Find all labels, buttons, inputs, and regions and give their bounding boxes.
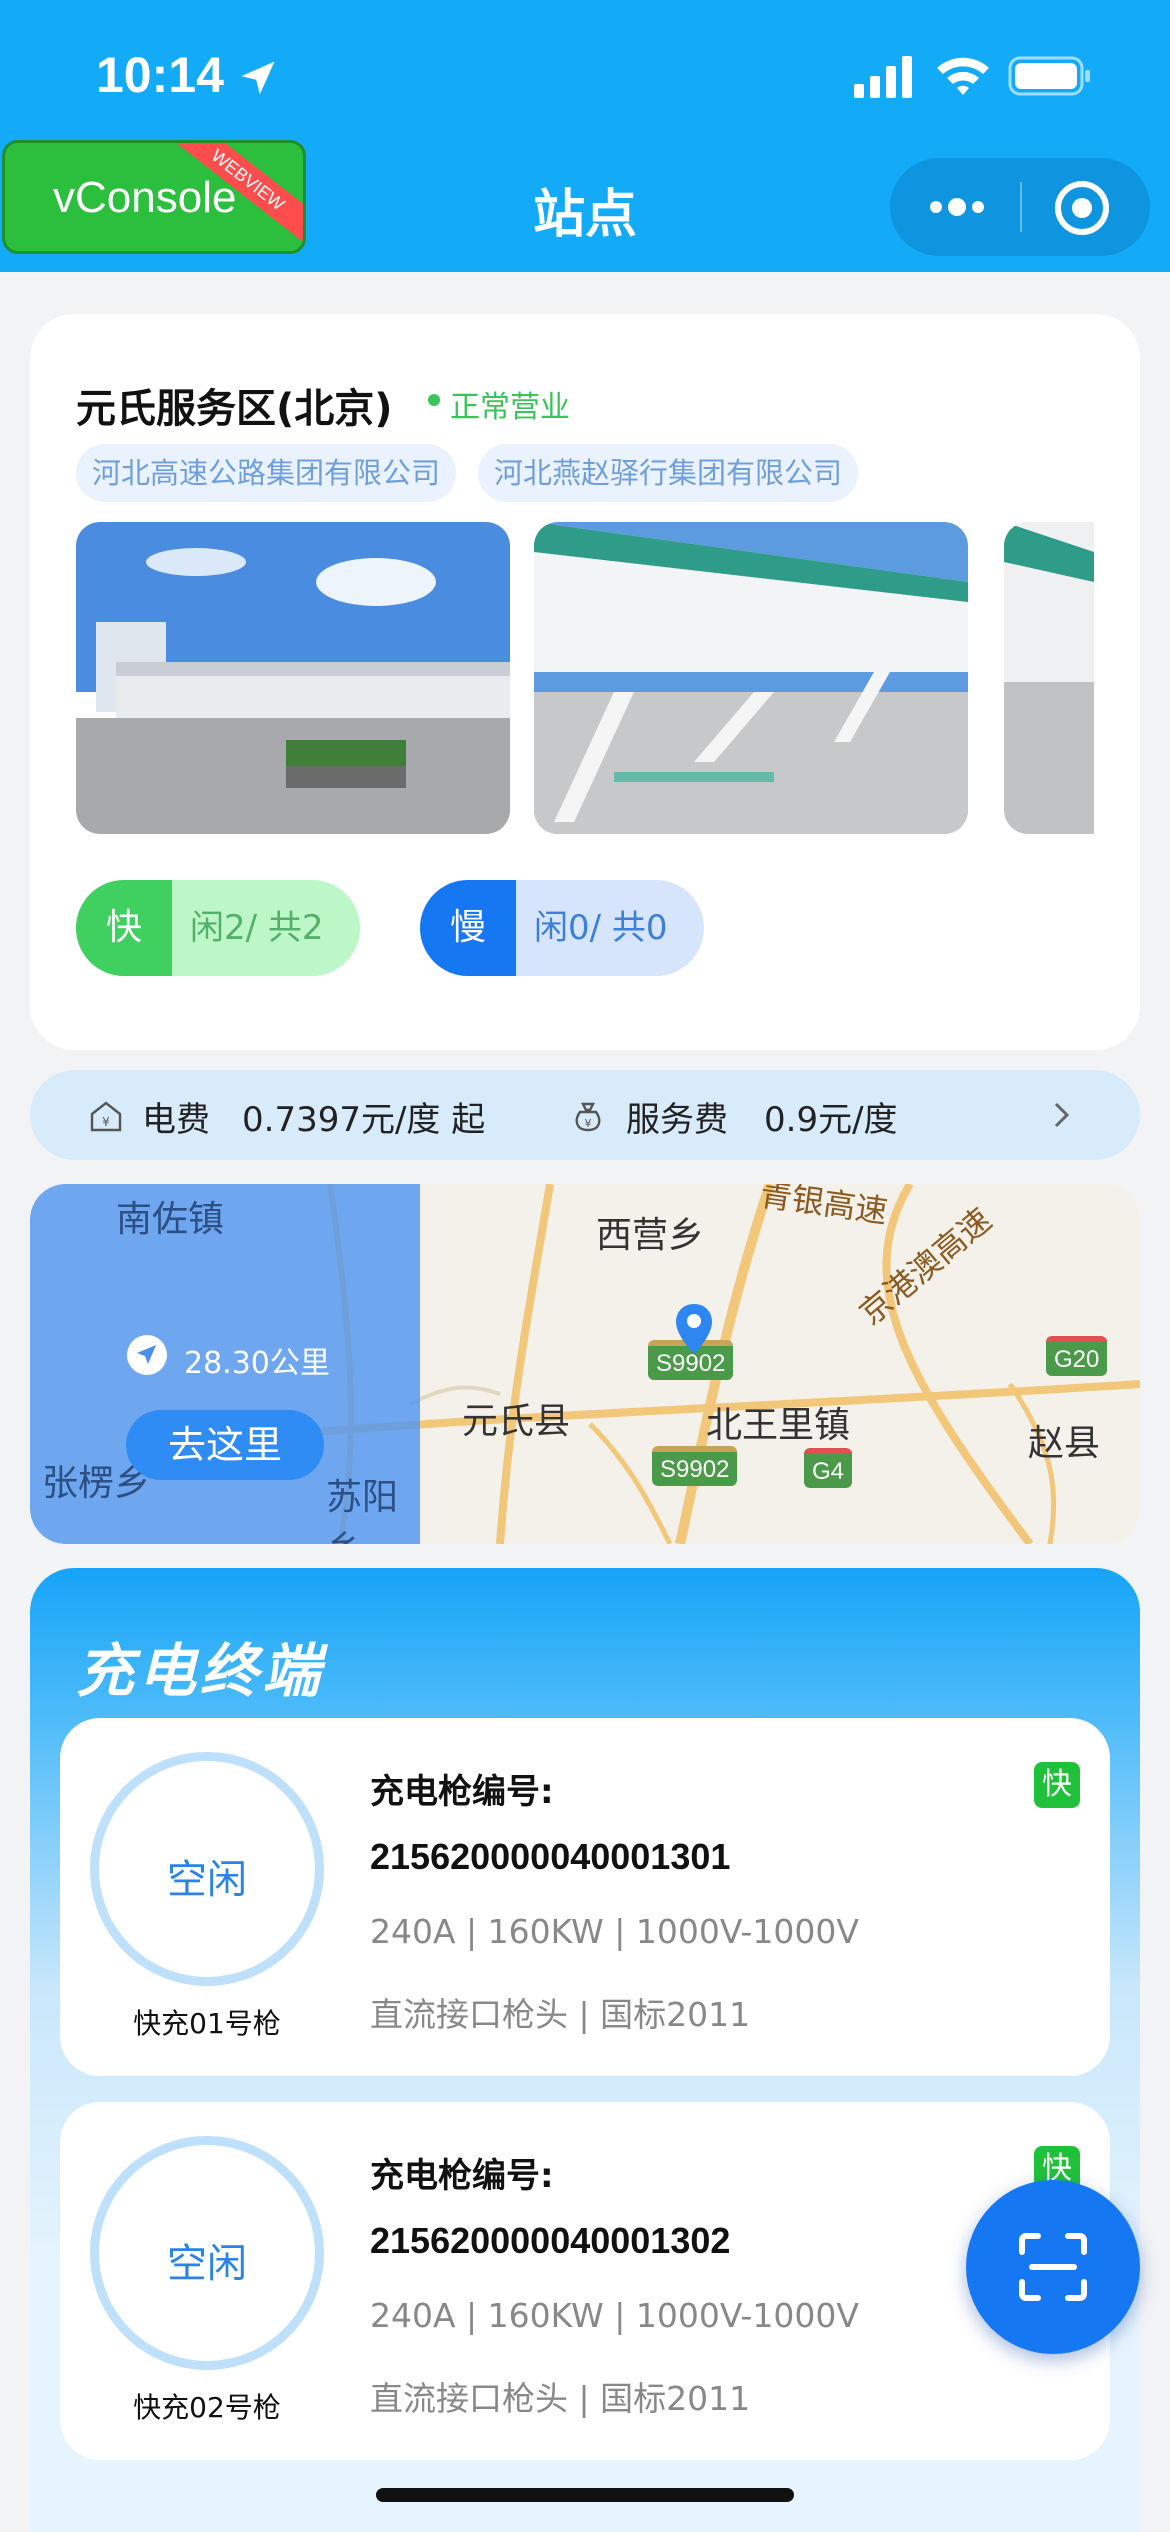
go-here-button[interactable]: 去这里 — [126, 1410, 324, 1480]
gun-code-label: 充电枪编号: — [370, 2156, 554, 2196]
gun-status: 空闲 — [167, 2241, 247, 2287]
distance-text: 28.30公里 — [184, 1346, 330, 1381]
fast-badge: 快 — [1034, 1762, 1080, 1808]
charging-gun-card[interactable]: 空闲 快充02号枪 充电枪编号: 215620000040001302 240A… — [60, 2102, 1110, 2460]
station-card: 元氏服务区(北京) 正常营业 河北高速公路集团有限公司 河北燕赵驿行集团有限公司 — [30, 314, 1140, 1050]
wifi-icon — [937, 57, 989, 95]
price-bar[interactable]: ¥ 电费 0.7397元/度 起 ¥ 服务费 0.9元/度 — [30, 1070, 1140, 1160]
map-place-label: 西营乡 — [596, 1215, 705, 1256]
service-fee-value: 0.9元/度 — [764, 1100, 898, 1140]
road-sign: S9902 — [652, 1446, 738, 1486]
scan-icon — [1019, 2233, 1087, 2301]
map-place-label: 赵县 — [1028, 1423, 1101, 1464]
map-place-label: 南佐镇 — [116, 1199, 225, 1240]
station-status: 正常营业 — [450, 390, 570, 425]
electricity-value: 0.7397元/度 起 — [242, 1100, 486, 1140]
gun-connector: 直流接口枪头 | 国标2011 — [370, 1995, 751, 2034]
map-place-label: 苏阳乡 — [326, 1477, 399, 1544]
fast-label: 快 — [76, 880, 172, 976]
gun-code-label: 充电枪编号: — [370, 1772, 554, 1812]
status-time: 10:14 — [96, 47, 224, 103]
slow-label: 慢 — [420, 880, 516, 976]
gun-connector: 直流接口枪头 | 国标2011 — [370, 2379, 751, 2418]
svg-text:¥: ¥ — [102, 1115, 110, 1129]
map-place-label: 北王里镇 — [706, 1405, 851, 1446]
mini-program-capsule — [890, 158, 1150, 256]
electricity-label: 电费 — [142, 1100, 210, 1140]
map-place-label: 元氏县 — [462, 1401, 571, 1442]
battery-icon — [1008, 56, 1090, 96]
navigation-arrow-icon — [127, 1335, 167, 1375]
location-arrow-icon — [241, 61, 275, 95]
slow-charger-summary: 慢 闲0/ 共0 — [420, 880, 704, 976]
operator-tag: 河北燕赵驿行集团有限公司 — [478, 444, 859, 502]
section-title: 充电终端 — [76, 1637, 325, 1705]
chevron-right-icon — [1054, 1102, 1070, 1128]
house-price-icon: ¥ — [90, 1101, 122, 1132]
gun-name: 快充01号枪 — [133, 2007, 281, 2040]
money-bag-icon: ¥ — [575, 1102, 601, 1132]
close-target-icon[interactable] — [1052, 178, 1112, 238]
operator-tag: 河北高速公路集团有限公司 — [76, 444, 457, 502]
gun-status: 空闲 — [167, 1857, 247, 1903]
signal-icon — [854, 56, 912, 98]
station-photo[interactable] — [1004, 522, 1094, 834]
road-sign: G4 — [804, 1448, 853, 1488]
gun-code: 215620000040001301 — [370, 1836, 731, 1877]
service-fee-label: 服务费 — [626, 1100, 728, 1140]
navigation-overlay: 南佐镇 张楞乡 苏阳乡 28.30公里 去这里 — [30, 1184, 420, 1544]
app-header: 10:14 vConsole WEBVIEW 站点 — [0, 0, 1170, 272]
gun-spec: 240A | 160KW | 1000V-1000V — [370, 2296, 859, 2335]
station-photo[interactable] — [534, 522, 968, 834]
status-dot-icon — [428, 394, 440, 406]
fast-count: 闲2/ 共2 — [190, 908, 324, 948]
station-photo[interactable] — [76, 522, 510, 834]
more-icon[interactable] — [924, 184, 990, 230]
gun-code: 215620000040001302 — [370, 2220, 731, 2261]
location-pin-icon — [676, 1304, 712, 1354]
svg-text:¥: ¥ — [585, 1117, 592, 1130]
road-sign: G20 — [1046, 1336, 1108, 1376]
gun-name: 快充02号枪 — [133, 2391, 281, 2424]
gun-spec: 240A | 160KW | 1000V-1000V — [370, 1912, 859, 1951]
charging-terminals-panel: 充电终端 空闲 快充01号枪 充电枪编号: 215620000040001301… — [30, 1568, 1140, 2532]
gun-status-ring: 空闲 — [90, 2136, 324, 2370]
home-indicator[interactable] — [376, 2488, 794, 2502]
slow-count: 闲0/ 共0 — [534, 908, 668, 948]
gun-status-ring: 空闲 — [90, 1752, 324, 1986]
capsule-divider — [1020, 182, 1022, 232]
charging-gun-card[interactable]: 空闲 快充01号枪 充电枪编号: 215620000040001301 240A… — [60, 1718, 1110, 2076]
station-name: 元氏服务区(北京) — [76, 386, 393, 432]
scan-button[interactable] — [966, 2180, 1140, 2354]
station-map[interactable]: 西营乡 元氏县 北王里镇 赵县 青银高速 京港澳高速 S9902 S9902 G… — [30, 1184, 1140, 1544]
fast-charger-summary: 快 闲2/ 共2 — [76, 880, 360, 976]
